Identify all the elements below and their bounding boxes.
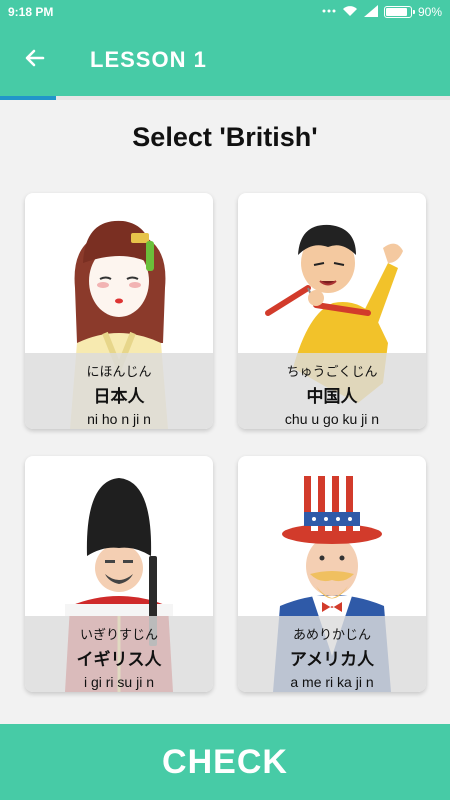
battery-percent: 90% xyxy=(417,5,442,19)
option-kana: ちゅうごくじん xyxy=(286,364,378,379)
back-button[interactable] xyxy=(0,24,70,96)
option-label: あめりかじん アメリカ人 a me ri ka ji n xyxy=(238,616,426,692)
option-card-british[interactable]: いぎりすじん イギリス人 i gi ri su ji n xyxy=(25,456,213,692)
status-bar: 9:18 PM 90% xyxy=(0,0,450,24)
status-icons: 90% xyxy=(322,4,442,20)
arrow-left-icon xyxy=(23,46,47,75)
lesson-progress xyxy=(0,96,450,100)
app-bar: LESSON 1 xyxy=(0,24,450,96)
option-card-chinese[interactable]: ちゅうごくじん 中国人 chu u go ku ji n xyxy=(238,193,426,429)
wifi-icon xyxy=(342,5,358,20)
option-kana: あめりかじん xyxy=(292,627,371,642)
option-kanji: 中国人 xyxy=(306,387,358,406)
option-label: ちゅうごくじん 中国人 chu u go ku ji n xyxy=(238,353,426,429)
option-romaji: i gi ri su ji n xyxy=(83,674,155,690)
status-time: 9:18 PM xyxy=(8,5,54,19)
option-romaji: chu u go ku ji n xyxy=(284,411,380,427)
signal-icon xyxy=(363,4,378,20)
option-card-japanese[interactable]: にほんじん 日本人 ni ho n ji n xyxy=(25,193,213,429)
option-label: いぎりすじん イギリス人 i gi ri su ji n xyxy=(25,616,213,692)
option-kana: いぎりすじん xyxy=(79,627,158,642)
lesson-progress-fill xyxy=(0,96,57,100)
option-card-american[interactable]: あめりかじん アメリカ人 a me ri ka ji n xyxy=(238,456,426,692)
option-kanji: 日本人 xyxy=(93,387,145,406)
option-romaji: ni ho n ji n xyxy=(87,411,151,427)
option-romaji: a me ri ka ji n xyxy=(290,674,374,690)
option-kanji: アメリカ人 xyxy=(289,650,375,669)
option-kanji: イギリス人 xyxy=(76,650,162,669)
option-kana: にほんじん xyxy=(86,364,152,379)
dots-icon xyxy=(322,5,336,19)
battery-icon xyxy=(383,6,415,18)
option-label: にほんじん 日本人 ni ho n ji n xyxy=(25,353,213,429)
question-prompt: Select 'British' xyxy=(132,122,318,152)
check-button[interactable]: CHECK xyxy=(0,724,450,800)
lesson-title: LESSON 1 xyxy=(90,47,207,72)
